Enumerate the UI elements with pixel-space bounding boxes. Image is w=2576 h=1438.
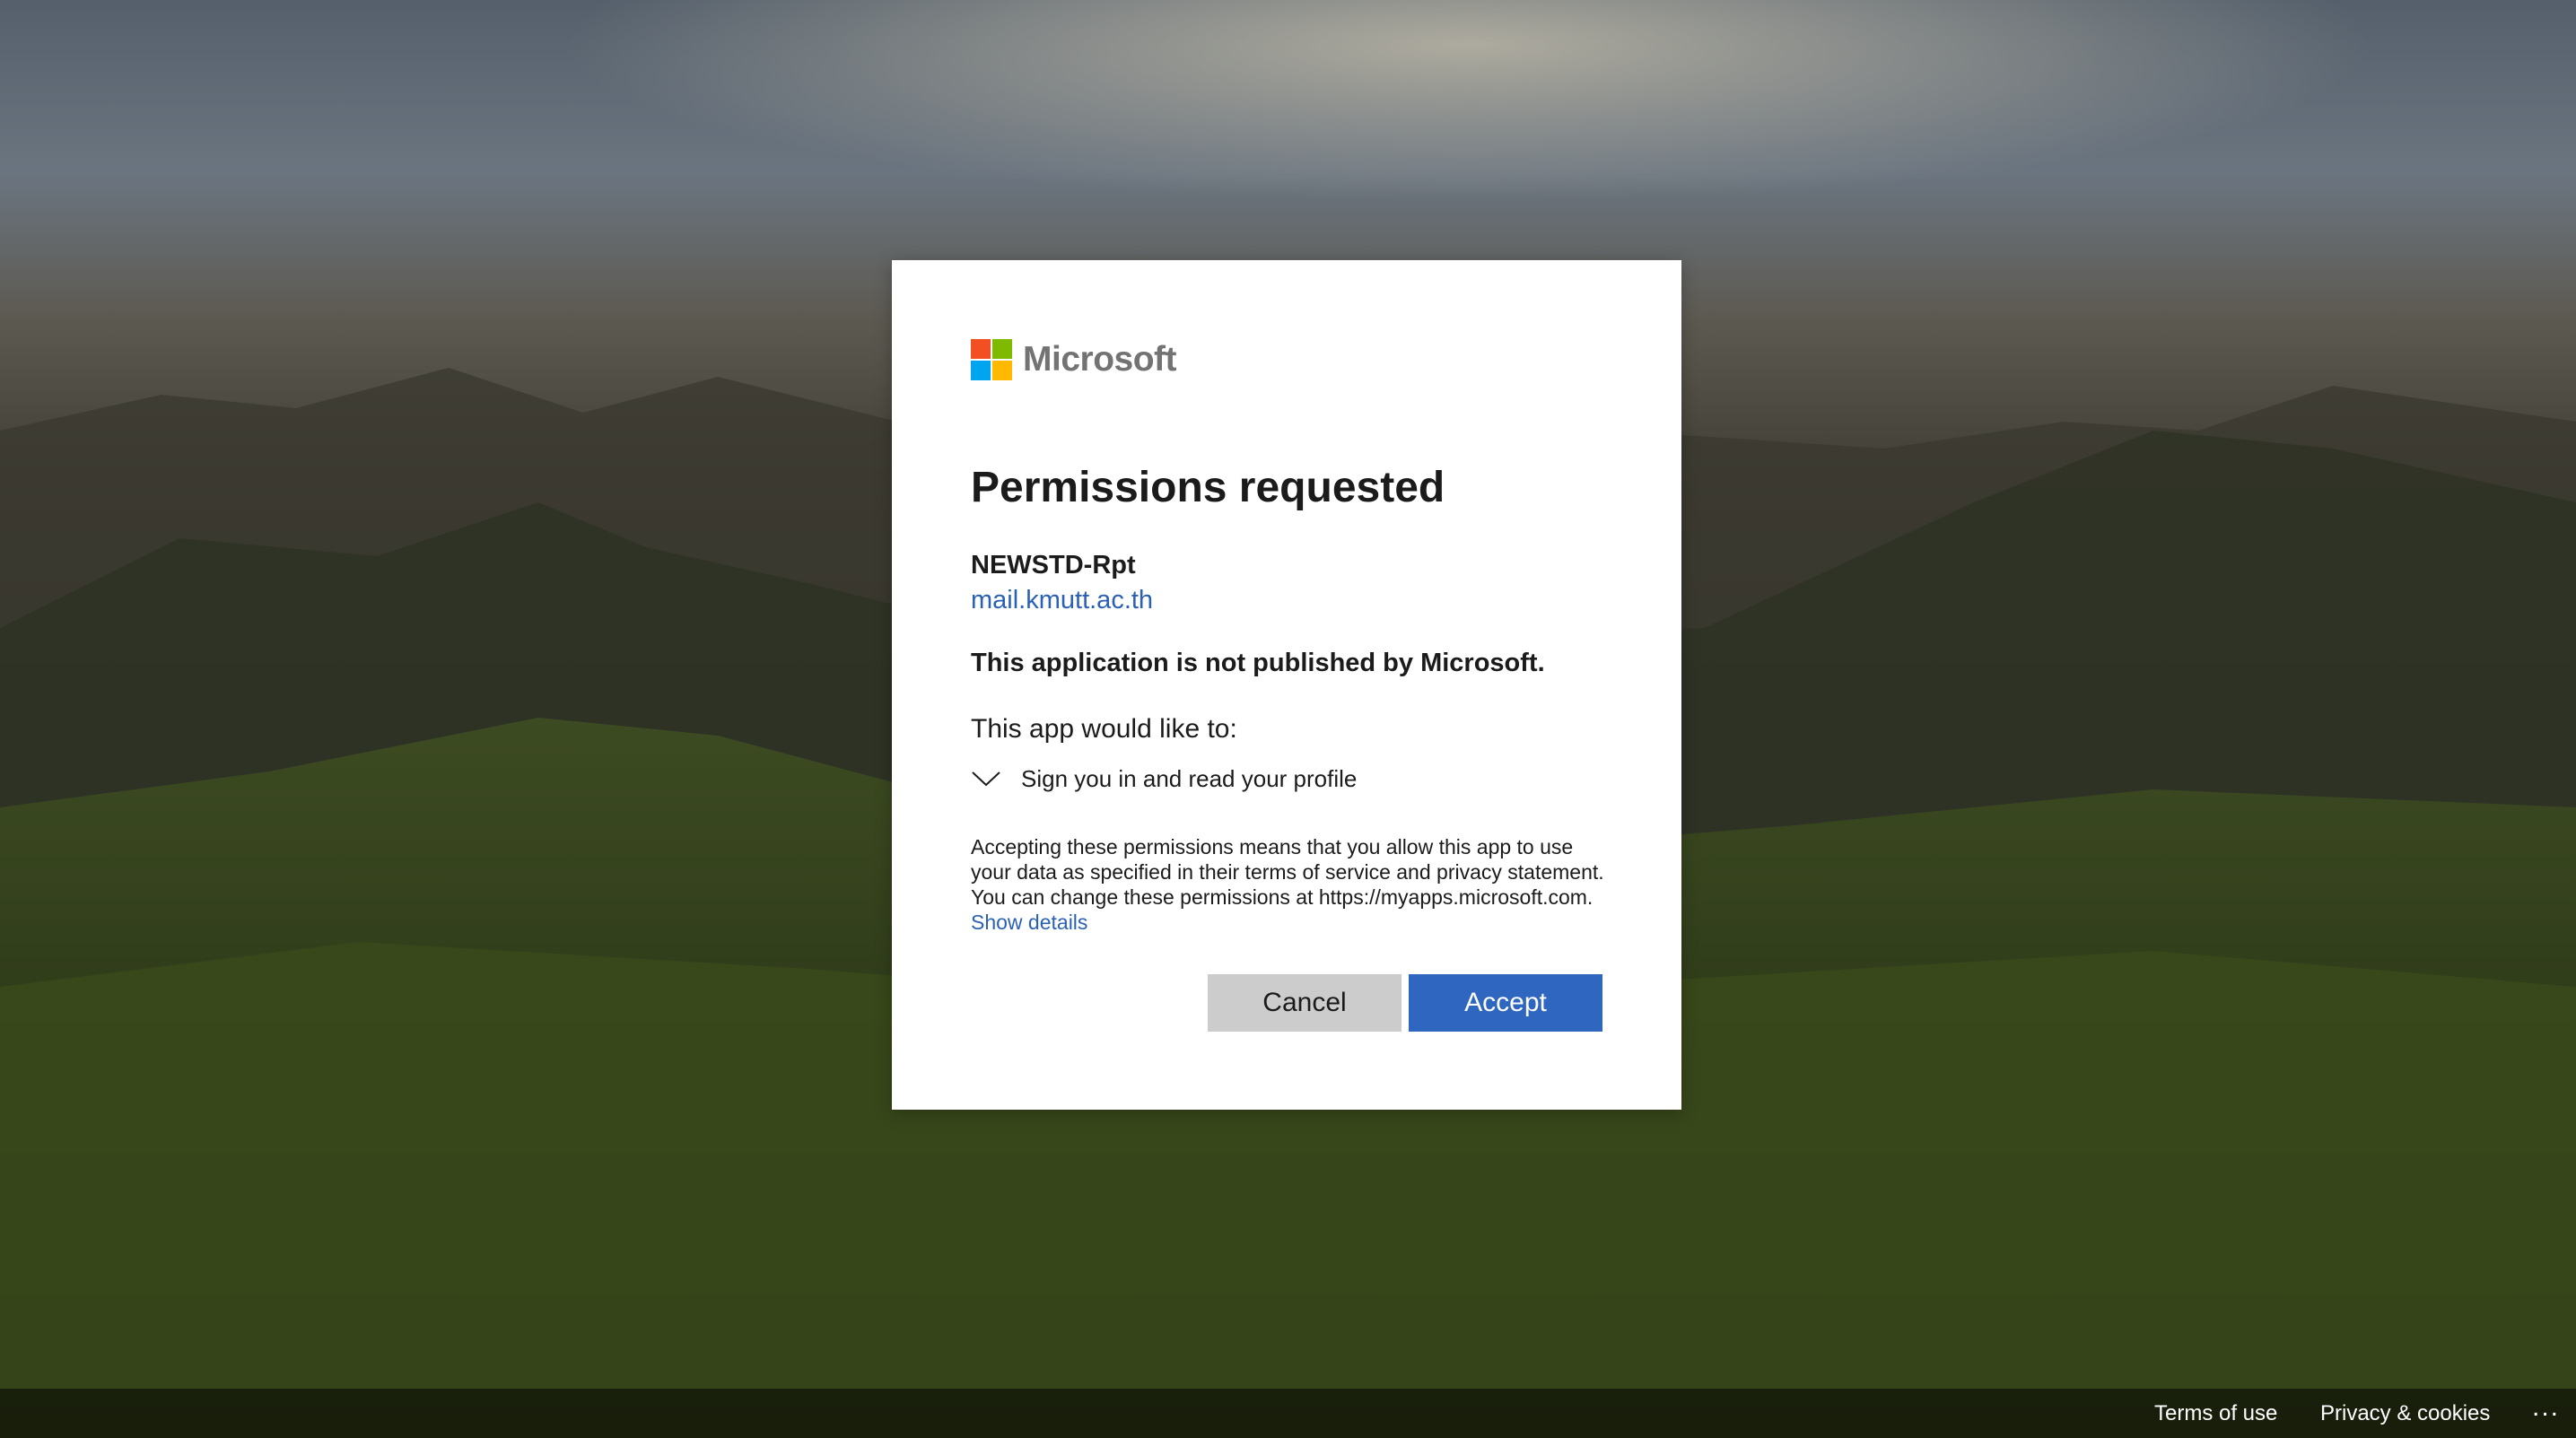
chevron-down-icon — [972, 771, 1000, 787]
show-details-link[interactable]: Show details — [971, 911, 1087, 934]
app-name: NEWSTD-Rpt — [971, 551, 1136, 580]
microsoft-wordmark: Microsoft — [1023, 340, 1177, 379]
permissions-dialog: Microsoft Permissions requested NEWSTD-R… — [892, 260, 1681, 1110]
footer-bar: Terms of use Privacy & cookies ... — [0, 1389, 2576, 1438]
permission-item[interactable]: Sign you in and read your profile — [971, 763, 1357, 795]
page-title: Permissions requested — [971, 464, 1445, 511]
permission-label: Sign you in and read your profile — [1021, 764, 1358, 792]
accept-button[interactable]: Accept — [1409, 974, 1602, 1032]
privacy-cookies-link[interactable]: Privacy & cookies — [2320, 1401, 2490, 1426]
cancel-button[interactable]: Cancel — [1208, 974, 1402, 1032]
app-domain-link[interactable]: mail.kmutt.ac.th — [971, 586, 1153, 615]
microsoft-logo: Microsoft — [971, 339, 1177, 380]
more-options-icon[interactable]: ... — [2532, 1392, 2560, 1423]
permissions-intro: This app would like to: — [971, 714, 1237, 744]
disclaimer-text: Accepting these permissions means that y… — [971, 835, 1604, 909]
publisher-warning: This application is not published by Mic… — [971, 649, 1545, 677]
microsoft-logo-icon — [971, 339, 1012, 380]
terms-of-use-link[interactable]: Terms of use — [2154, 1401, 2277, 1426]
consent-disclaimer: Accepting these permissions means that y… — [971, 834, 1617, 935]
